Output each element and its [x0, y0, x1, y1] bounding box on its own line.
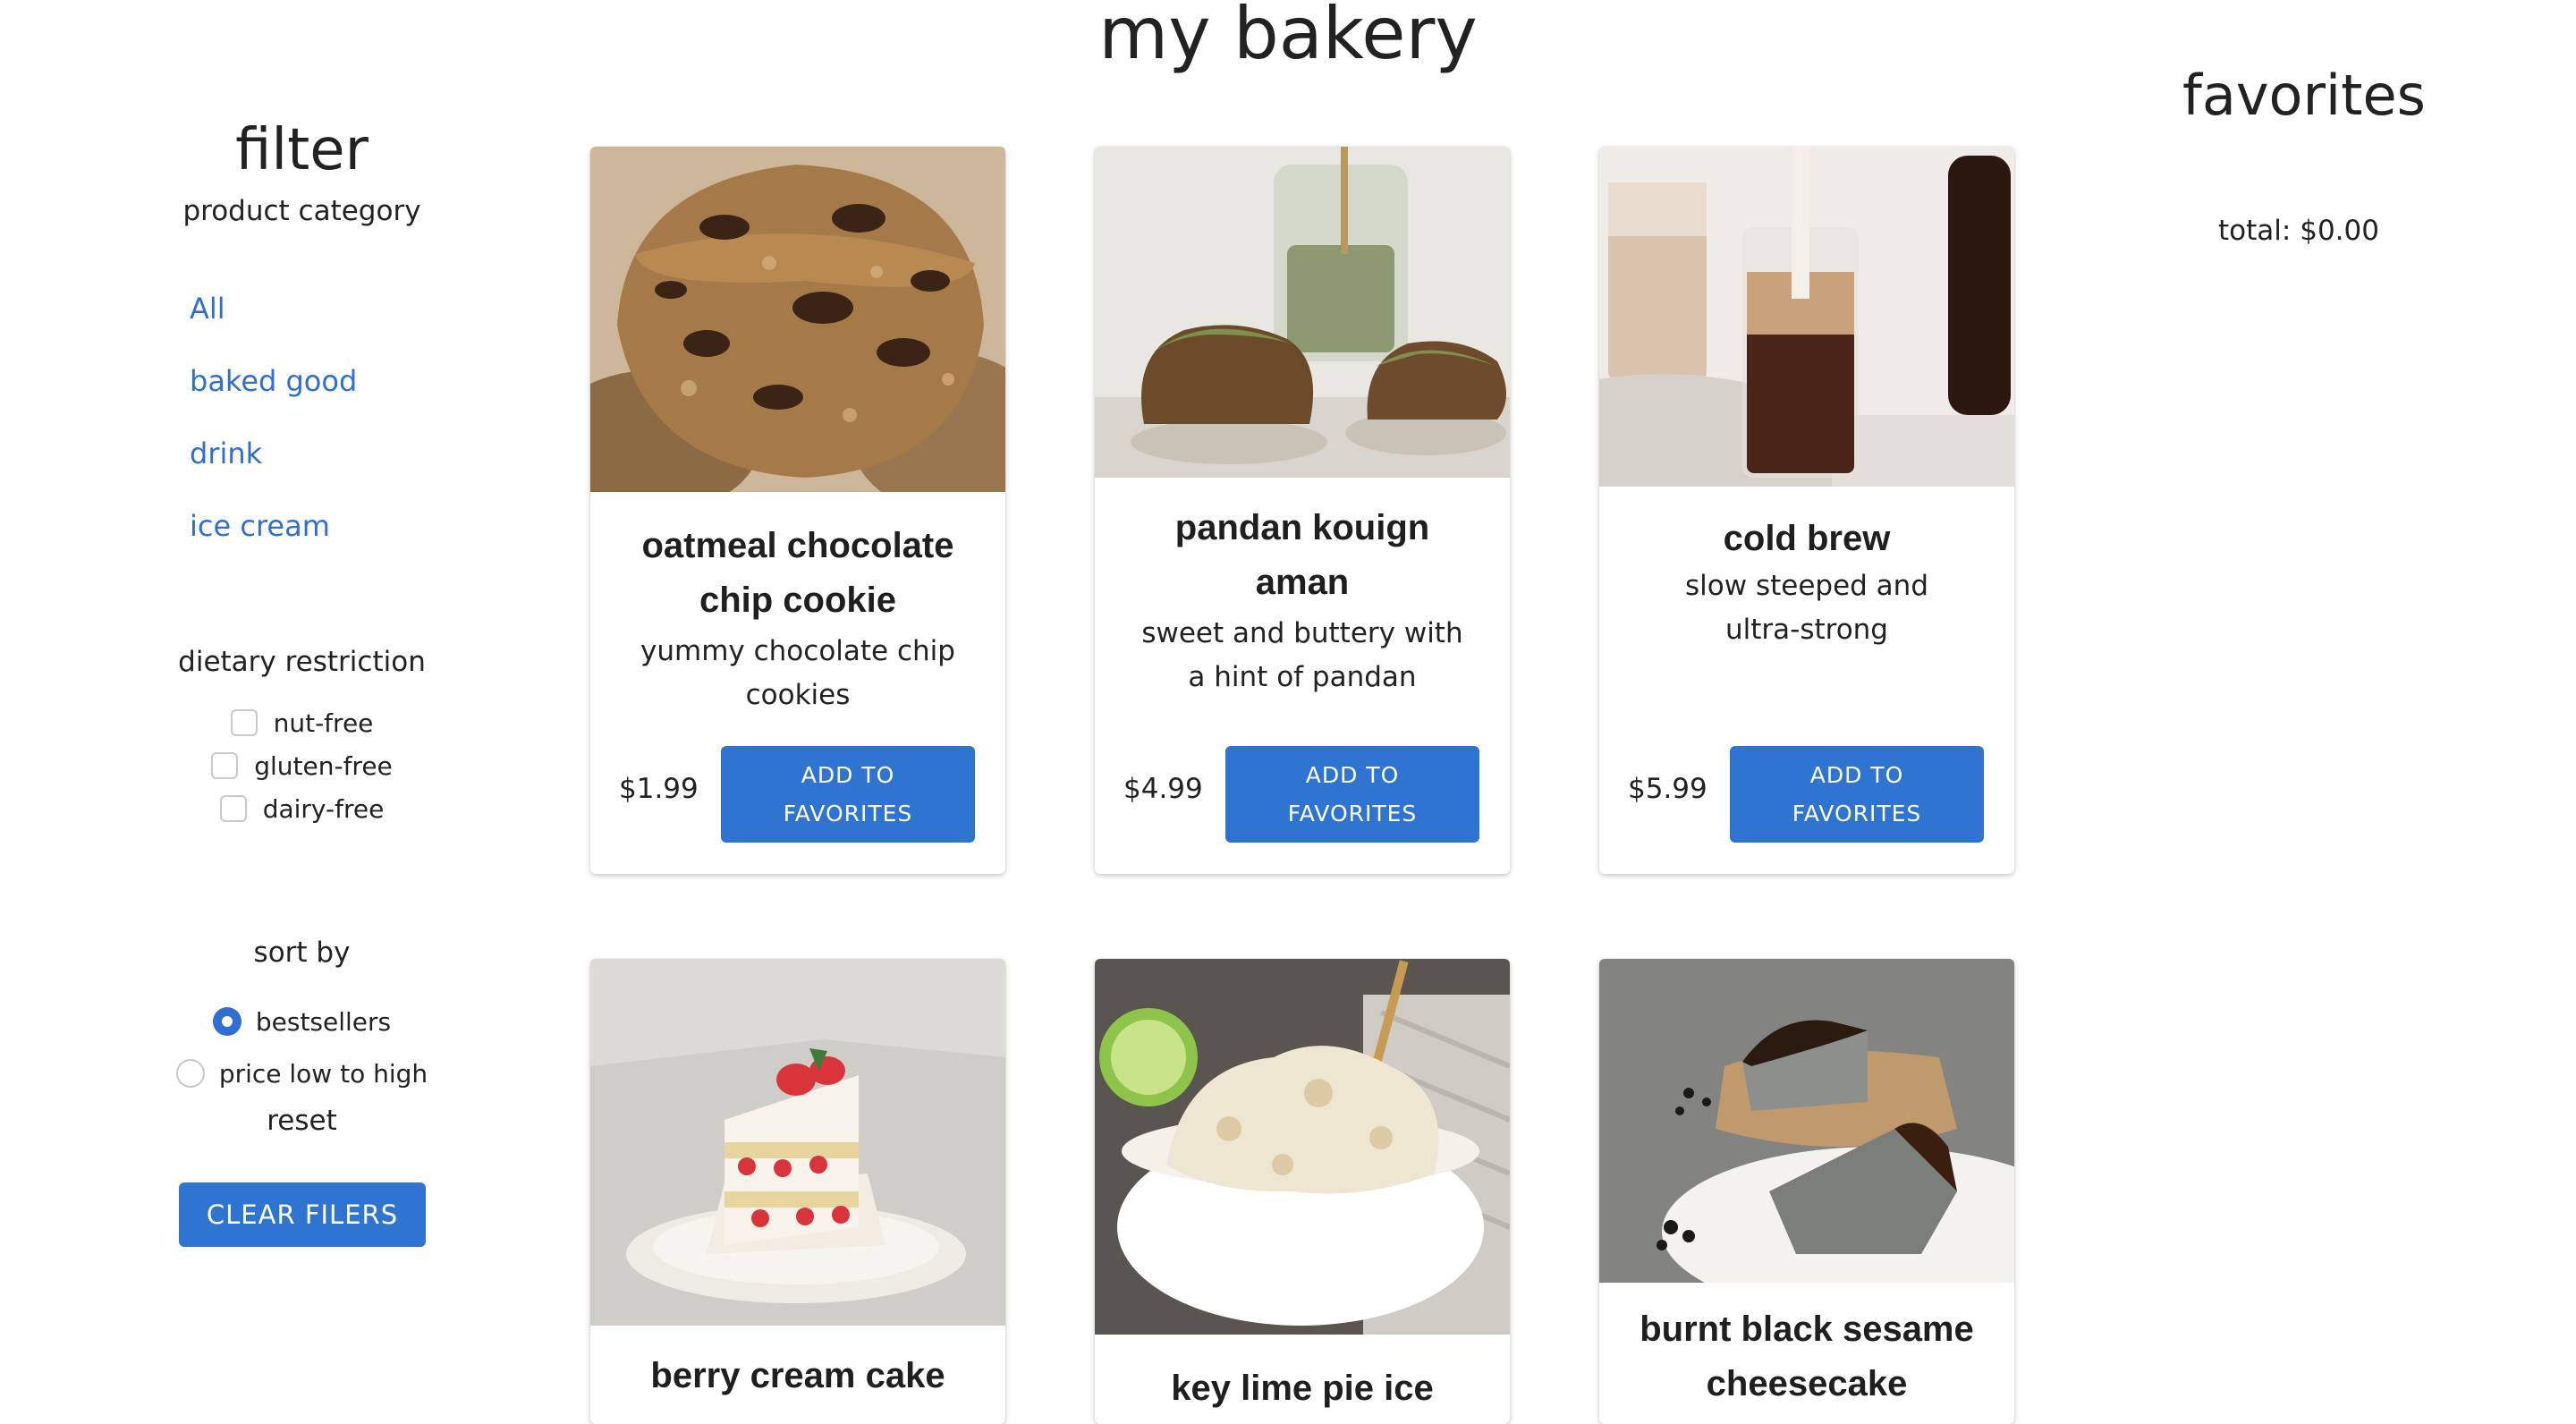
radio-label: price low to high — [218, 1058, 428, 1089]
product-image-sesame-cheesecake — [1599, 959, 2014, 1283]
checkbox-box[interactable] — [230, 709, 258, 736]
product-card: oatmeal chocolate chip cookie yummy choc… — [590, 147, 1005, 874]
checkbox-label: nut-free — [273, 708, 374, 738]
product-image-key-lime-ice-cream — [1095, 959, 1510, 1335]
favorites-heading: favorites — [2182, 63, 2426, 128]
radio-label: bestsellers — [255, 1006, 392, 1037]
product-description: yummy chocolate chip cookies — [640, 635, 955, 711]
checkbox-nut-free[interactable]: nut-free — [152, 701, 452, 744]
product-name: berry cream cake — [650, 1356, 945, 1395]
radio-price-low-to-high[interactable]: price low to high — [152, 1047, 452, 1099]
checkbox-label: dairy-free — [262, 793, 385, 824]
checkbox-label: gluten-free — [254, 750, 393, 781]
product-name: oatmeal chocolate chip cookie — [641, 526, 954, 620]
favorites-panel: favorites total: $0.00 — [2182, 55, 2426, 247]
product-card: cold brew slow steeped and ultra-strong … — [1599, 147, 2014, 874]
radio-button[interactable] — [175, 1059, 205, 1088]
category-link-drink[interactable]: drink — [190, 436, 357, 508]
product-card: berry cream cake — [590, 959, 1005, 1424]
dietary-restriction-label: dietary restriction — [178, 646, 426, 678]
filter-heading: filter — [235, 117, 369, 183]
category-link-all[interactable]: All — [190, 291, 357, 363]
category-link-ice-cream[interactable]: ice cream — [190, 508, 357, 581]
product-card: key lime pie ice — [1095, 959, 1510, 1424]
product-price: $1.99 — [619, 773, 699, 805]
radio-button-selected[interactable] — [212, 1007, 242, 1036]
add-to-favorites-button[interactable]: ADD TO FAVORITES — [721, 746, 975, 843]
add-to-favorites-button[interactable]: ADD TO FAVORITES — [1225, 746, 1479, 843]
clear-filters-button[interactable]: CLEAR FILERS — [179, 1182, 426, 1247]
checkbox-box[interactable] — [219, 795, 247, 822]
filter-panel: filter product category All baked good d… — [152, 107, 452, 1247]
category-link-baked-good[interactable]: baked good — [190, 363, 357, 436]
product-category-label: product category — [182, 195, 421, 227]
add-to-favorites-button[interactable]: ADD TO FAVORITES — [1730, 746, 1984, 843]
sort-by-label: sort by — [253, 937, 351, 969]
category-list: All baked good drink ice cream — [190, 291, 357, 581]
product-card: burnt black sesame cheesecake — [1599, 959, 2014, 1424]
product-price: $4.99 — [1123, 773, 1203, 805]
radio-bestsellers[interactable]: bestsellers — [152, 996, 452, 1047]
checkbox-dairy-free[interactable]: dairy-free — [152, 787, 452, 830]
product-image-kouign-aman — [1095, 147, 1510, 478]
product-image-berry-cake — [590, 959, 1005, 1326]
product-card: pandan kouign aman sweet and buttery wit… — [1095, 147, 1510, 874]
reset-label: reset — [267, 1105, 337, 1137]
product-description: sweet and buttery with a hint of pandan — [1141, 617, 1463, 693]
product-name: burnt black sesame cheesecake — [1640, 1310, 1974, 1403]
product-image-cookie — [590, 147, 1005, 492]
sort-section: sort by bestsellers price low to high re… — [152, 935, 452, 1139]
product-name: pandan kouign aman — [1174, 508, 1430, 602]
product-name: cold brew — [1723, 519, 1891, 558]
favorites-total: total: $0.00 — [2218, 215, 2379, 247]
checkbox-box[interactable] — [211, 752, 239, 779]
product-description: slow steeped and ultra-strong — [1685, 570, 1928, 646]
product-image-cold-brew — [1599, 147, 2014, 487]
dietary-section: dietary restriction nut-free gluten-free… — [152, 644, 452, 830]
checkbox-gluten-free[interactable]: gluten-free — [152, 744, 452, 787]
product-price: $5.99 — [1628, 773, 1707, 805]
